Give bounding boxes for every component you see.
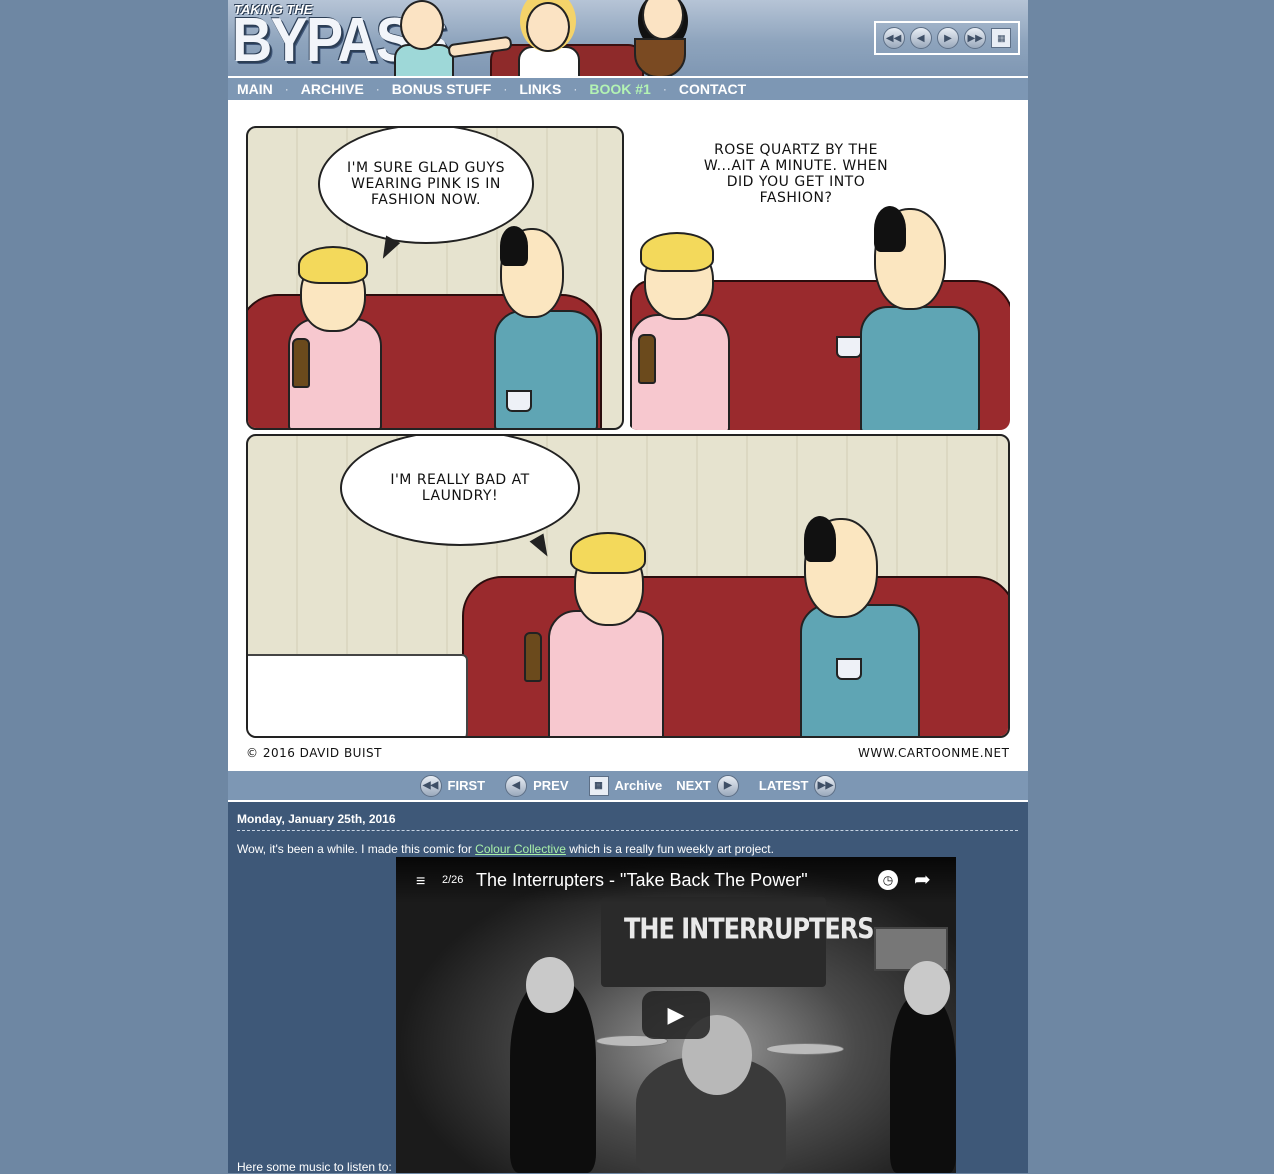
character-blond-hair — [640, 232, 714, 272]
laundry-basket — [248, 654, 468, 736]
blog-post: Monday, January 25th, 2016 Wow, it's bee… — [228, 802, 1028, 1174]
nav-latest-label[interactable]: LATEST — [759, 778, 809, 793]
panel-2-dialogue: ROSE QUARTZ BY THE W...AIT A MINUTE. WHE… — [703, 142, 889, 206]
band-banner-text: THE INTERRUPTERS — [624, 912, 875, 946]
next-icon[interactable]: ▶ — [716, 774, 739, 797]
character-blond-hair — [570, 532, 646, 574]
watch-later-icon[interactable]: ◷ — [878, 870, 898, 890]
menu-bonus-stuff[interactable]: BONUS STUFF — [392, 81, 492, 97]
post-body: Wow, it's been a while. I made this comi… — [237, 842, 774, 856]
comic-panel-1: I'M SURE GLAD GUYS WEARING PINK IS IN FA… — [246, 126, 624, 430]
speech-bubble-1: I'M SURE GLAD GUYS WEARING PINK IS IN FA… — [318, 128, 534, 244]
playlist-counter: 2/26 — [442, 874, 464, 886]
header-character-bald — [400, 0, 444, 50]
playlist-icon[interactable]: ≡ — [416, 873, 425, 891]
prev-icon[interactable]: ◀ — [909, 27, 932, 49]
character-dark-shirt — [860, 306, 980, 430]
character-blond-hair — [298, 246, 368, 284]
comic-panel-2: ROSE QUARTZ BY THE W...AIT A MINUTE. WHE… — [628, 126, 1010, 430]
menu-separator: · — [573, 82, 578, 96]
music-label: Here some music to listen to: — [237, 1160, 392, 1174]
band-member-face — [526, 957, 574, 1013]
beer-bottle — [292, 338, 310, 388]
comic-navigation: ◀◀ FIRST ◀ PREV ▦ Archive NEXT ▶ LATEST … — [228, 770, 1028, 802]
header-character-hair — [634, 38, 686, 76]
menu-main[interactable]: MAIN — [237, 81, 273, 97]
nav-archive-label[interactable]: Archive — [615, 778, 663, 793]
site-header: TAKING THE BYPASS ◀◀ ◀ ▶ ▶▶ ▦ — [228, 0, 1028, 76]
menu-separator: · — [503, 82, 508, 96]
cup — [506, 390, 532, 412]
character-dark-hair — [874, 206, 906, 252]
character-dark-shirt — [494, 310, 598, 428]
cup — [836, 336, 862, 358]
comic-panel-3: I'M REALLY BAD AT LAUNDRY! — [246, 434, 1010, 738]
speech-bubble-tail — [529, 533, 555, 561]
menu-archive[interactable]: ARCHIVE — [301, 81, 364, 97]
last-icon[interactable]: ▶▶ — [964, 27, 987, 49]
header-character-blond — [526, 2, 570, 52]
last-icon[interactable]: ▶▶ — [814, 774, 837, 797]
nav-latest[interactable]: LATEST ▶▶ — [759, 774, 843, 797]
cup — [836, 658, 862, 680]
comic-strip: I'M SURE GLAD GUYS WEARING PINK IS IN FA… — [228, 100, 1028, 770]
first-icon[interactable]: ◀◀ — [882, 27, 905, 49]
beer-bottle — [524, 632, 542, 682]
calendar-icon[interactable]: ▦ — [588, 775, 609, 796]
post-text-after: which is a really fun weekly art project… — [565, 842, 774, 856]
speech-bubble-3: I'M REALLY BAD AT LAUNDRY! — [340, 436, 580, 546]
prev-icon[interactable]: ◀ — [505, 774, 528, 797]
comic-copyright: © 2016 DAVID BUIST — [246, 746, 382, 760]
post-text-before: Wow, it's been a while. I made this comi… — [237, 842, 476, 856]
cymbal — [766, 1043, 844, 1055]
menu-links[interactable]: LINKS — [519, 81, 561, 97]
page: TAKING THE BYPASS ◀◀ ◀ ▶ ▶▶ ▦ MAIN · ARC… — [228, 0, 1028, 1174]
character-blond-shirt — [548, 610, 664, 736]
nav-first-label[interactable]: FIRST — [448, 778, 486, 793]
sofa — [462, 576, 1008, 736]
band-member-face — [904, 961, 950, 1015]
share-icon[interactable]: ➦ — [914, 867, 931, 892]
header-comic-nav: ◀◀ ◀ ▶ ▶▶ ▦ — [874, 21, 1020, 55]
post-date: Monday, January 25th, 2016 — [237, 812, 1018, 831]
menu-separator: · — [375, 82, 380, 96]
next-icon[interactable]: ▶ — [936, 27, 959, 49]
nav-next[interactable]: NEXT ▶ — [676, 774, 745, 797]
calendar-icon[interactable]: ▦ — [991, 28, 1012, 48]
menu-book-1[interactable]: BOOK #1 — [589, 81, 650, 97]
beer-bottle — [638, 334, 656, 384]
nav-first[interactable]: ◀◀ FIRST — [414, 774, 486, 797]
menu-contact[interactable]: CONTACT — [679, 81, 746, 97]
nav-archive[interactable]: ▦ Archive — [583, 775, 663, 796]
nav-prev-label[interactable]: PREV — [533, 778, 568, 793]
menu-separator: · — [662, 82, 667, 96]
video-title[interactable]: The Interrupters - "Take Back The Power" — [476, 870, 808, 891]
band-member-right — [890, 995, 956, 1173]
youtube-embed[interactable]: THE INTERRUPTERS ≡ 2/26 The Interrupters… — [396, 857, 956, 1173]
main-menu: MAIN · ARCHIVE · BONUS STUFF · LINKS · B… — [228, 76, 1028, 100]
colour-collective-link[interactable]: Colour Collective — [475, 842, 566, 856]
menu-separator: · — [284, 82, 289, 96]
first-icon[interactable]: ◀◀ — [419, 774, 442, 797]
nav-prev[interactable]: ◀ PREV — [499, 774, 569, 797]
character-dark-hair — [500, 226, 528, 266]
header-character-upside-down — [642, 0, 684, 40]
character-dark-hair — [804, 516, 836, 562]
nav-next-label[interactable]: NEXT — [676, 778, 711, 793]
play-icon[interactable]: ▶ — [642, 991, 710, 1039]
comic-website: WWW.CARTOONME.NET — [858, 746, 1010, 760]
